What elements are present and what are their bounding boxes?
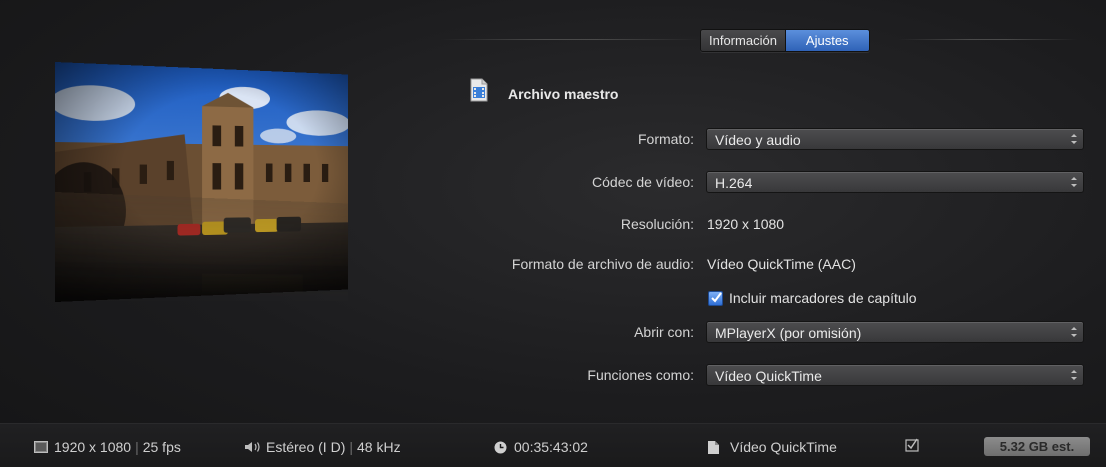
tab-ajustes[interactable]: Ajustes	[785, 30, 869, 51]
duration-text: 00:35:43:02	[514, 439, 588, 455]
audio-format-value: Vídeo QuickTime (AAC)	[707, 256, 856, 272]
tab-informacion[interactable]: Información	[701, 30, 785, 51]
resolucion-value: 1920 x 1080	[707, 216, 784, 232]
stepper-arrows-icon	[1071, 368, 1077, 382]
format-text: Vídeo QuickTime	[730, 439, 837, 455]
separator: |	[349, 439, 353, 455]
clock-icon	[494, 441, 507, 454]
stepper-arrows-icon	[1071, 325, 1077, 339]
funciones-como-value: Vídeo QuickTime	[715, 368, 822, 384]
tab-divider-right	[898, 39, 1078, 40]
chapter-markers-option[interactable]: Incluir marcadores de capítulo	[708, 290, 917, 306]
size-estimate-badge: 5.32 GB est.	[984, 437, 1090, 456]
video-preview-reflection	[55, 192, 348, 302]
chapter-markers-checkbox[interactable]	[708, 291, 723, 306]
duration-info: 00:35:43:02	[494, 439, 588, 455]
resolution-info: 1920 x 1080 | 25 fps	[34, 439, 181, 455]
compatibility-icon	[905, 437, 919, 452]
funciones-como-label: Funciones como:	[587, 367, 694, 383]
stepper-arrows-icon	[1071, 175, 1077, 189]
share-settings-panel: Información Ajustes Archivo maestro Form…	[0, 0, 1106, 466]
speaker-icon	[245, 441, 261, 453]
section-title: Archivo maestro	[508, 86, 618, 102]
audio-format-label: Formato de archivo de audio:	[512, 256, 694, 272]
funciones-como-select[interactable]: Vídeo QuickTime	[706, 364, 1084, 386]
chapter-markers-label: Incluir marcadores de capítulo	[729, 290, 917, 306]
codec-value: H.264	[715, 175, 752, 191]
abrir-con-value: MPlayerX (por omisión)	[715, 325, 861, 341]
tab-divider-left	[440, 39, 700, 40]
audio-info: Estéreo (I D) | 48 kHz	[245, 439, 401, 455]
fps-text: 25 fps	[143, 439, 181, 455]
document-film-icon	[470, 78, 488, 107]
formato-select[interactable]: Vídeo y audio	[706, 128, 1084, 150]
separator: |	[135, 439, 139, 455]
abrir-con-select[interactable]: MPlayerX (por omisión)	[706, 321, 1084, 343]
codec-label: Códec de vídeo:	[592, 174, 694, 190]
format-info: Vídeo QuickTime	[708, 439, 837, 455]
audio-channels-text: Estéreo (I D)	[266, 439, 345, 455]
formato-value: Vídeo y audio	[715, 132, 801, 148]
status-bar: 1920 x 1080 | 25 fps Estéreo (I D) | 48 …	[0, 423, 1106, 467]
formato-label: Formato:	[638, 131, 694, 147]
codec-select[interactable]: H.264	[706, 171, 1084, 193]
abrir-con-label: Abrir con:	[634, 324, 694, 340]
resolucion-label: Resolución:	[621, 216, 694, 232]
stepper-arrows-icon	[1071, 132, 1077, 146]
resolution-text: 1920 x 1080	[54, 439, 131, 455]
sample-rate-text: 48 kHz	[357, 439, 401, 455]
tab-bar: Información Ajustes	[700, 29, 870, 52]
document-icon	[708, 441, 719, 454]
display-icon	[34, 441, 48, 453]
